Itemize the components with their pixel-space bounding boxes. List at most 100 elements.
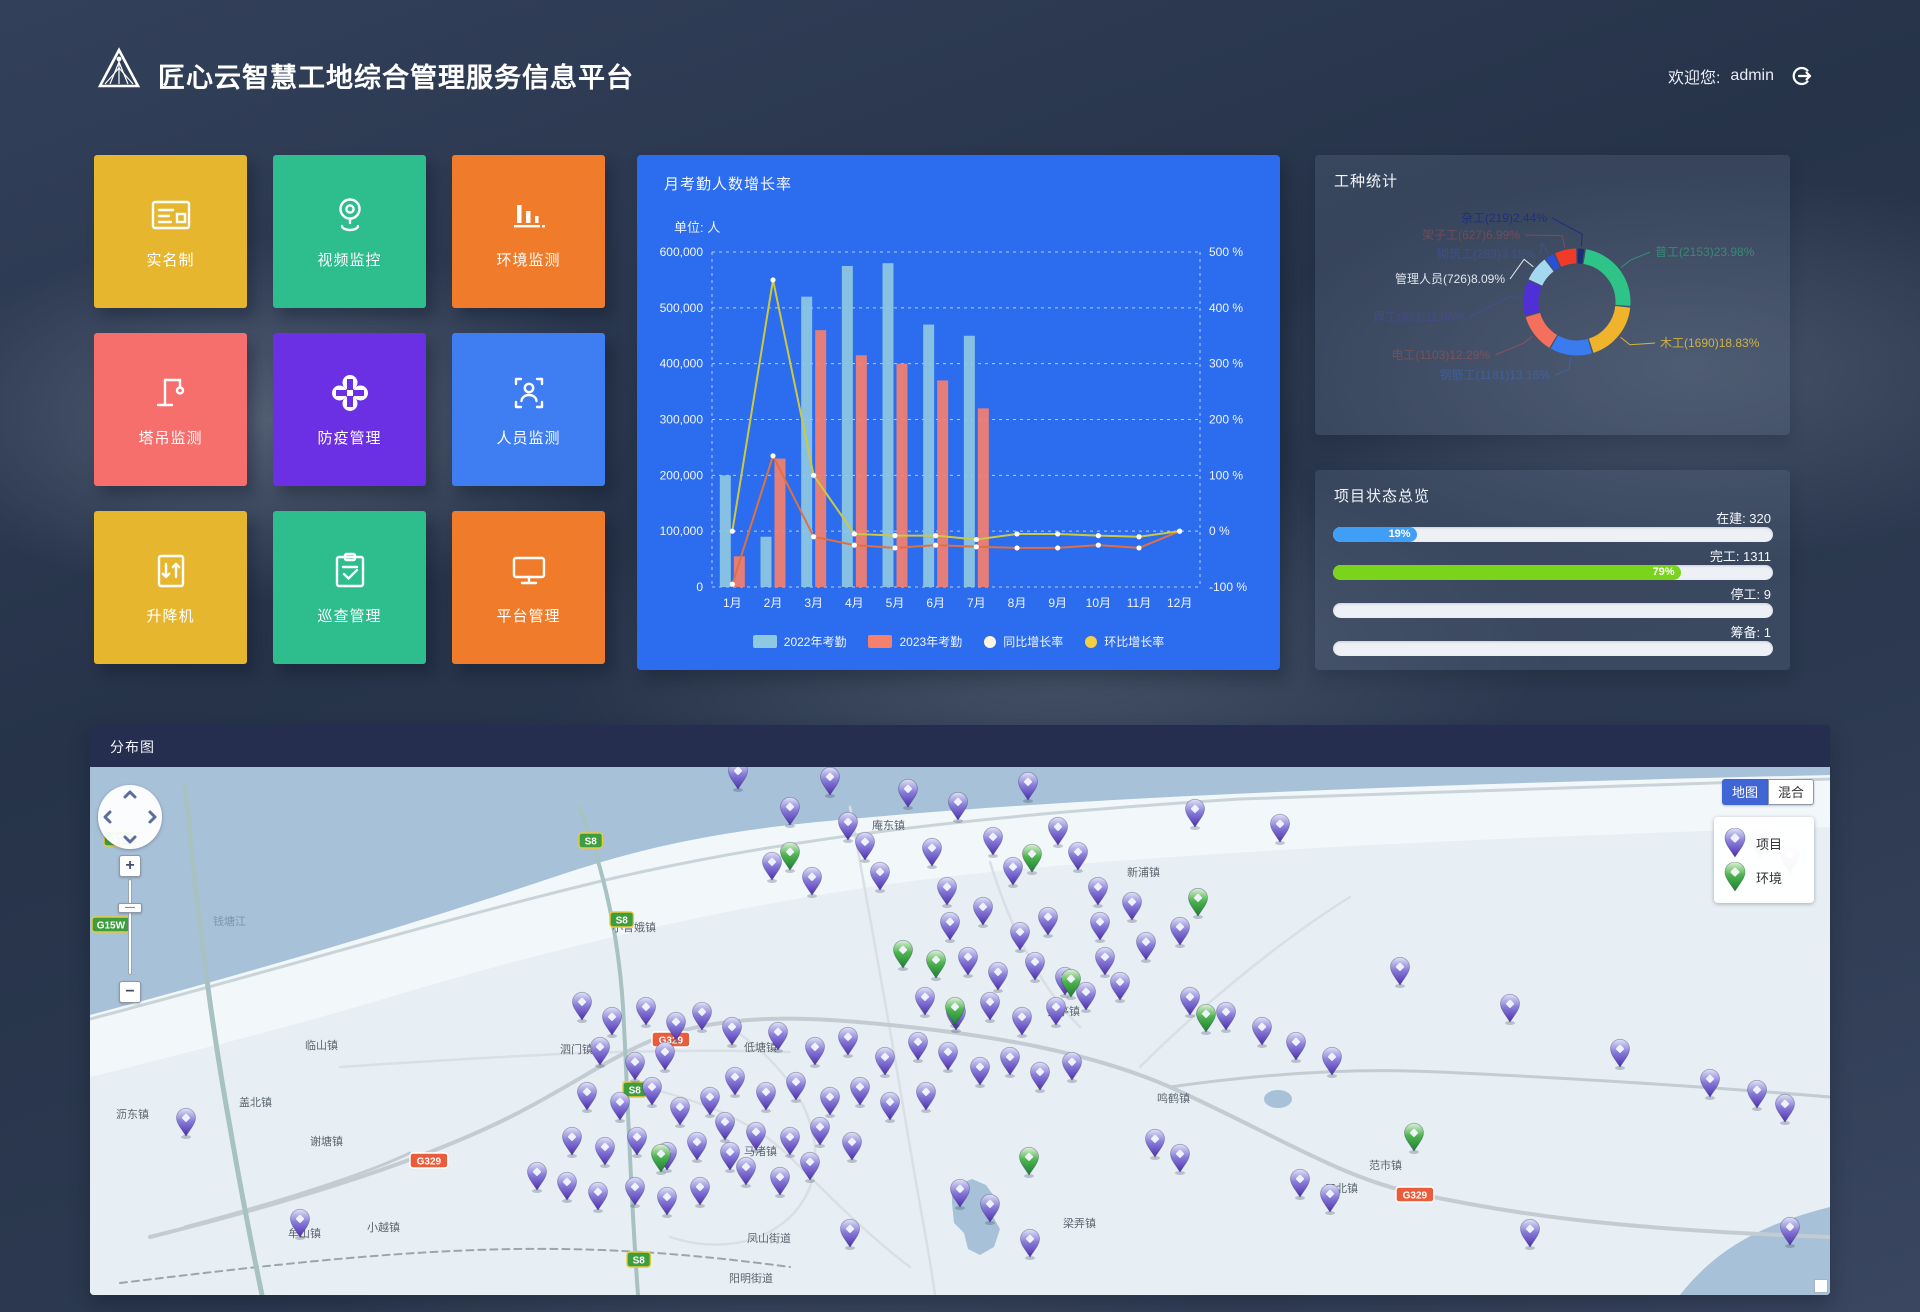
svg-text:300 %: 300 % [1209,357,1243,371]
svg-text:8月: 8月 [1008,596,1027,610]
module-tile-3[interactable]: 环境监测 [452,155,605,308]
distribution-map-title: 分布图 [110,737,155,757]
attendance-chart-title: 月考勤人数增长率 [664,173,792,194]
svg-text:400 %: 400 % [1209,301,1243,315]
distribution-map-header: 分布图 [90,725,1830,767]
map-legend: 项目 环境 [1714,817,1814,903]
bar-2023年考勤-5月 [897,364,908,587]
status-progressbar: 79% [1333,565,1773,580]
module-tile-1[interactable]: 实名制 [94,155,247,308]
id-card-icon [149,193,193,237]
legend-label: 2022年考勤 [784,633,847,650]
svg-text:200,000: 200,000 [660,468,704,482]
legend-item-2022年考勤[interactable]: 2022年考勤 [753,633,847,650]
env-chart-icon [507,193,551,237]
bar-2023年考勤-3月 [815,330,826,587]
svg-text:S8: S8 [585,837,598,848]
module-tile-6[interactable]: 人员监测 [452,333,605,486]
legend-item-环比增长率[interactable]: 环比增长率 [1085,633,1164,650]
svg-text:400,000: 400,000 [660,357,704,371]
svg-text:6月: 6月 [926,596,945,610]
donut-slice-管理人员[interactable] [1535,265,1549,282]
project-status-title: 项目状态总览 [1334,485,1430,506]
donut-slice-架子工[interactable] [1558,256,1576,260]
map-pan-control[interactable] [98,785,162,849]
map-place-label: 沥东镇 [116,1107,149,1121]
worktype-donut-chart: 杂工(219)2.44%普工(2153)23.98%木工(1690)18.83%… [1315,155,1790,435]
module-tile-label: 实名制 [146,249,194,270]
module-tile-7[interactable]: 升降机 [94,511,247,664]
status-label: 停工: 9 [1731,584,1771,603]
svg-text:2月: 2月 [764,596,783,610]
svg-text:11月: 11月 [1127,596,1151,610]
bar-2022年考勤-1月 [720,475,731,587]
project-status-panel: 项目状态总览 在建: 32019%完工: 131179%停工: 9筹备: 1 [1315,470,1790,670]
bar-2022年考勤-6月 [923,325,934,587]
map-type-button-map[interactable]: 地图 [1722,779,1768,805]
donut-label-木工(1690)18.83%: 木工(1690)18.83% [1660,336,1760,350]
svg-text:4月: 4月 [845,596,864,610]
donut-label-普工(2153)23.98%: 普工(2153)23.98% [1655,245,1755,259]
map-type-button-hybrid[interactable]: 混合 [1768,779,1814,805]
legend-item-同比增长率[interactable]: 同比增长率 [984,633,1063,650]
svg-text:100 %: 100 % [1209,468,1243,482]
bar-2023年考勤-4月 [856,355,867,587]
legend-label: 环比增长率 [1104,633,1164,650]
donut-slice-砌筑工[interactable] [1550,261,1557,265]
map-zoom-out-button[interactable]: − [119,981,141,1003]
donut-slice-电工[interactable] [1533,315,1553,341]
donut-label-架子工(627)6.99%: 架子工(627)6.99% [1422,228,1520,242]
username: admin [1730,67,1774,85]
project-pin-icon [1724,828,1746,858]
map-water-pond [1264,1090,1292,1108]
map-place-label: 小越镇 [367,1220,400,1234]
status-progress-fill: 19% [1333,527,1417,542]
bar-2022年考勤-4月 [842,266,853,587]
module-tile-5[interactable]: 防疫管理 [273,333,426,486]
map-place-label: 盖北镇 [239,1095,272,1109]
legend-swatch [753,635,777,648]
donut-slice-焊工[interactable] [1531,284,1535,314]
svg-text:7月: 7月 [967,596,986,610]
donut-label-钢筋工(1181)13.16%: 钢筋工(1181)13.16% [1440,367,1551,382]
monitor-icon [507,549,551,593]
welcome-label: 欢迎您: [1668,64,1720,88]
donut-slice-木工[interactable] [1591,307,1623,346]
module-tile-grid: 实名制 视频监控环境监测塔吊监测防疫管理 人员监测升降机巡查管理平台管理 [94,155,606,667]
project-status-rows: 在建: 32019%完工: 131179%停工: 9筹备: 1 [1333,508,1773,660]
attendance-chart-panel: 月考勤人数增长率 单位: 人 600,000500 %500,000400 %4… [637,155,1280,670]
status-row-停工: 停工: 9 [1333,584,1773,622]
module-tile-2[interactable]: 视频监控 [273,155,426,308]
status-progressbar [1333,641,1773,656]
status-row-在建: 在建: 32019% [1333,508,1773,546]
map-canvas[interactable]: 钱塘江庵东镇新浦镇小曹娥镇临山镇泗门镇低塘镇马渚镇凤山街道阳明街道牟山镇盖北镇谢… [90,767,1830,1295]
map-zoom-track[interactable] [128,879,132,975]
map-place-label: 庵东镇 [872,818,905,832]
svg-text:S8: S8 [616,916,629,927]
road-badge-S8: S8 [627,1252,650,1267]
map-zoom-in-button[interactable]: + [119,855,141,877]
donut-slice-钢筋工[interactable] [1554,342,1589,348]
logout-icon[interactable] [1790,65,1812,87]
legend-label: 同比增长率 [1003,633,1063,650]
worktype-stats-panel: 工种统计 杂工(219)2.44%普工(2153)23.98%木工(1690)1… [1315,155,1790,435]
page-title: 匠心云智慧工地综合管理服务信息平台 [158,56,634,95]
module-tile-4[interactable]: 塔吊监测 [94,333,247,486]
map-legend-env: 环境 [1724,860,1804,894]
bar-2023年考勤-7月 [978,408,989,587]
map-resize-grip[interactable] [1814,1279,1828,1293]
svg-text:12月: 12月 [1167,596,1192,610]
donut-slice-普工[interactable] [1585,257,1623,306]
module-tile-9[interactable]: 平台管理 [452,511,605,664]
map-svg: 钱塘江庵东镇新浦镇小曹娥镇临山镇泗门镇低塘镇马渚镇凤山街道阳明街道牟山镇盖北镇谢… [90,767,1830,1295]
svg-text:5月: 5月 [886,596,905,610]
inspect-icon [328,549,372,593]
road-badge-G329: G329 [410,1153,448,1168]
module-tile-8[interactable]: 巡查管理 [273,511,426,664]
map-zoom-handle[interactable]: — [118,903,142,913]
road-badge-G329: G329 [1396,1187,1434,1202]
legend-swatch [868,635,892,648]
svg-text:200 %: 200 % [1209,413,1243,427]
module-tile-label: 防疫管理 [317,427,381,448]
legend-item-2023年考勤[interactable]: 2023年考勤 [868,633,962,650]
